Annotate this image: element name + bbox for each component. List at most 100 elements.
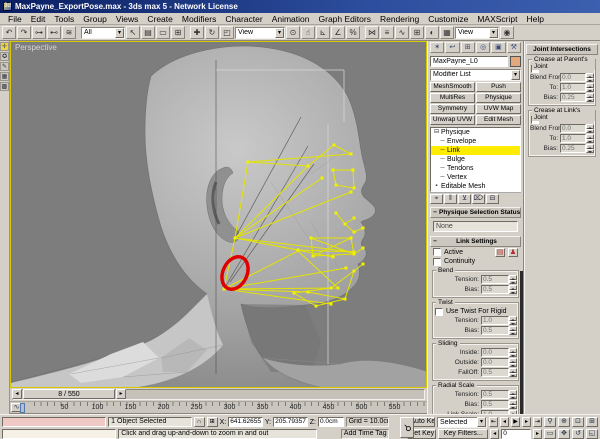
percent-snap-icon[interactable]: % bbox=[346, 26, 360, 39]
x-coordinate-field[interactable]: 641.62655 bbox=[228, 417, 263, 427]
time-slider-prev-arrow[interactable]: ◂ bbox=[12, 389, 22, 399]
spinner-field[interactable]: 0.5 bbox=[481, 285, 509, 294]
window-crossing-icon[interactable]: ⊞ bbox=[171, 26, 185, 39]
spinner-arrows[interactable] bbox=[509, 275, 517, 284]
align-icon[interactable]: ≡ bbox=[380, 26, 394, 39]
spinner-arrows[interactable] bbox=[509, 390, 517, 399]
spinner-arrows[interactable] bbox=[509, 348, 517, 357]
spinner-field[interactable]: 0.5 bbox=[481, 400, 509, 409]
spinner-field[interactable]: 1.0 bbox=[560, 134, 586, 143]
current-frame-marker[interactable] bbox=[20, 403, 25, 413]
menu-item[interactable]: Rendering bbox=[376, 14, 423, 24]
arc-rotate-icon[interactable]: ↺ bbox=[572, 429, 584, 439]
next-key-icon[interactable]: ▸ bbox=[533, 429, 542, 439]
reference-coordinate-dropdown[interactable]: View ▾ bbox=[235, 27, 285, 39]
chevron-down-icon[interactable]: ▾ bbox=[275, 28, 284, 38]
menu-item[interactable]: Views bbox=[112, 14, 143, 24]
use-twist-for-rigid-checkbox[interactable] bbox=[435, 308, 443, 316]
undo-icon[interactable]: ↶ bbox=[2, 26, 16, 39]
motion-tab-icon[interactable]: ◎ bbox=[476, 42, 490, 53]
display-tab-icon[interactable]: ▣ bbox=[491, 42, 505, 53]
spinner-field[interactable]: 0.5 bbox=[481, 326, 509, 335]
chevron-down-icon[interactable]: ▾ bbox=[489, 28, 498, 38]
modifier-stack-row[interactable]: ─ Link bbox=[431, 146, 520, 155]
y-coordinate-field[interactable]: 205.79357 bbox=[273, 417, 308, 427]
object-color-swatch[interactable] bbox=[510, 56, 521, 67]
text-tool-icon[interactable]: ▦ bbox=[0, 72, 9, 81]
spinner-arrows[interactable] bbox=[509, 326, 517, 335]
modifier-button[interactable]: Unwrap UVW bbox=[430, 115, 475, 125]
modifier-list-dropdown[interactable]: Modifier List ▾ bbox=[430, 69, 521, 81]
spinner-field[interactable]: 0.0 bbox=[481, 358, 509, 367]
select-and-manipulate-icon[interactable]: ☝ bbox=[301, 26, 315, 39]
pencil-tool-icon[interactable]: ✎ bbox=[0, 62, 9, 71]
angle-snap-icon[interactable]: ∠ bbox=[331, 26, 345, 39]
spinner-field[interactable]: 0.0 bbox=[560, 124, 586, 133]
spinner-field[interactable]: 0.0 bbox=[481, 348, 509, 357]
select-and-scale-icon[interactable]: ◰ bbox=[220, 26, 234, 39]
menu-item[interactable]: Character bbox=[221, 14, 266, 24]
configure-modifier-sets-icon[interactable]: ⊟ bbox=[486, 194, 499, 204]
pin-stack-icon[interactable]: ⌖ bbox=[430, 194, 443, 204]
use-pivot-center-icon[interactable]: ⊙ bbox=[286, 26, 300, 39]
min-max-toggle-icon[interactable]: ◱ bbox=[586, 429, 598, 439]
snap-toggle-icon[interactable]: ⊾ bbox=[316, 26, 330, 39]
rect-selection-region-icon[interactable]: ▭ bbox=[156, 26, 170, 39]
active-checkbox[interactable] bbox=[433, 248, 441, 256]
select-and-rotate-icon[interactable]: ↻ bbox=[205, 26, 219, 39]
zoom-all-icon[interactable]: ⊕ bbox=[558, 417, 570, 427]
viewport-canvas[interactable] bbox=[11, 42, 427, 388]
menu-item[interactable]: Edit bbox=[27, 14, 50, 24]
play-icon[interactable]: ▶ bbox=[511, 417, 520, 427]
physique-selection-status-rollout[interactable]: − Physique Selection Status bbox=[430, 207, 521, 218]
modifier-button[interactable]: MultiRes bbox=[430, 93, 475, 103]
spinner-arrows[interactable] bbox=[586, 93, 594, 102]
command-panel-scrollbar[interactable] bbox=[520, 271, 523, 414]
modifier-button[interactable]: MeshSmooth bbox=[430, 82, 475, 92]
modifier-button[interactable]: Physique bbox=[476, 93, 521, 103]
modifier-stack-row[interactable]: ─ Tendons bbox=[431, 164, 520, 173]
pan-icon[interactable]: ✥ bbox=[558, 429, 570, 439]
key-filters-button[interactable]: Key Filters... bbox=[438, 429, 488, 439]
modifier-stack-row[interactable]: ─ Bulge bbox=[431, 155, 520, 164]
select-by-name-icon[interactable]: ▤ bbox=[141, 26, 155, 39]
menu-item[interactable]: Animation bbox=[268, 14, 314, 24]
spinner-arrows[interactable] bbox=[586, 83, 594, 92]
spinner-field[interactable]: 1.0 bbox=[560, 83, 586, 92]
spinner-field[interactable]: 0.25 bbox=[560, 144, 586, 153]
remove-modifier-icon[interactable]: ⌦ bbox=[472, 194, 485, 204]
create-tab-icon[interactable]: ✶ bbox=[430, 42, 444, 53]
menu-item[interactable]: File bbox=[4, 14, 26, 24]
mirror-icon[interactable]: ⋈ bbox=[365, 26, 379, 39]
chevron-down-icon[interactable]: ▾ bbox=[115, 28, 124, 38]
spinner-arrows[interactable] bbox=[509, 316, 517, 325]
schematic-view-icon[interactable]: ⊞ bbox=[410, 26, 424, 39]
absolute-mode-icon[interactable]: ⊞ bbox=[207, 417, 218, 427]
time-slider-next-arrow[interactable]: ▸ bbox=[116, 389, 126, 399]
modifier-button[interactable]: Symmetry bbox=[430, 104, 475, 114]
modifier-stack-row[interactable]: ─ Envelope bbox=[431, 137, 520, 146]
menu-item[interactable]: Modifiers bbox=[178, 14, 220, 24]
utilities-tab-icon[interactable]: ⚒ bbox=[507, 42, 521, 53]
select-and-link-icon[interactable]: ⊶ bbox=[32, 26, 46, 39]
maxscript-listener-script[interactable] bbox=[2, 429, 116, 439]
modifier-button[interactable]: Push bbox=[476, 82, 521, 92]
chevron-down-icon[interactable]: ▾ bbox=[477, 417, 486, 427]
spinner-arrows[interactable] bbox=[586, 124, 594, 133]
selection-filter-dropdown[interactable]: All ▾ bbox=[81, 27, 125, 39]
modifier-button[interactable]: UVW Map bbox=[476, 104, 521, 114]
copy-pose-icon[interactable]: ▤ bbox=[495, 248, 505, 257]
time-slider-thumb[interactable]: 8 / 550 bbox=[23, 389, 115, 399]
show-end-result-icon[interactable]: ‖ bbox=[444, 194, 457, 204]
modifier-stack-row[interactable]: ─ Vertex bbox=[431, 173, 520, 182]
make-unique-icon[interactable]: ⊻ bbox=[458, 194, 471, 204]
menu-item[interactable]: Group bbox=[79, 14, 111, 24]
current-frame-field[interactable]: 0 bbox=[501, 429, 531, 439]
zoom-extents-icon[interactable]: ⊡ bbox=[572, 417, 584, 427]
shop-tool-icon[interactable]: ▩ bbox=[0, 82, 9, 91]
key-mode-dropdown[interactable]: Selected ▾ bbox=[437, 417, 487, 428]
go-to-start-icon[interactable]: ⇤ bbox=[489, 417, 498, 427]
perspective-viewport[interactable]: Perspective bbox=[10, 41, 427, 388]
region-zoom-icon[interactable]: ▭ bbox=[544, 429, 556, 439]
spinner-arrows[interactable] bbox=[509, 400, 517, 409]
